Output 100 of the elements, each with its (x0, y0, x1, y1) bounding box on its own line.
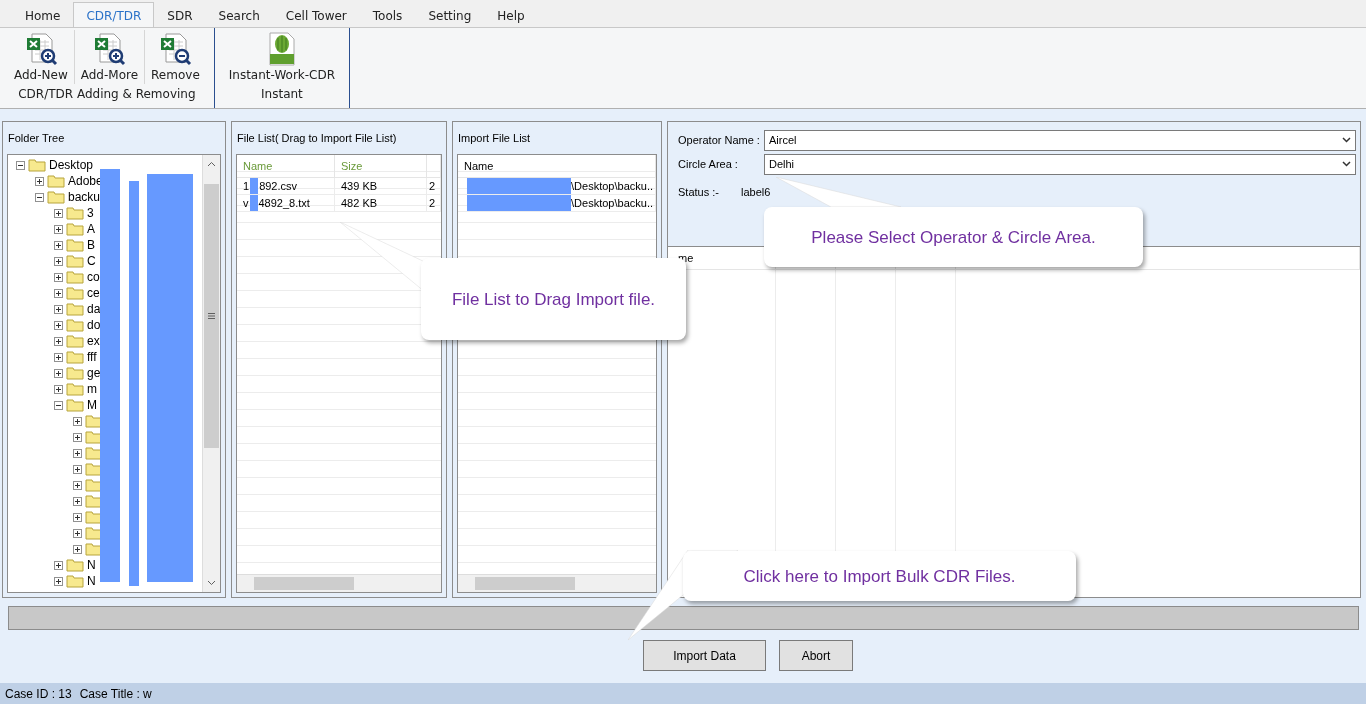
file-name-cell[interactable]: 1 892.csv (237, 178, 335, 195)
folder-icon (66, 238, 84, 252)
folder-icon (66, 398, 84, 412)
folder-icon (85, 430, 103, 444)
menu-tab[interactable]: CDR/TDR (73, 2, 155, 27)
file-path-cell: \Desktop\backu.. (458, 195, 656, 212)
folder-name[interactable]: N (87, 574, 96, 588)
spreadsheet-plus-icon (92, 32, 127, 66)
panel-title: File List( Drag to Import File List) (236, 131, 398, 146)
expand-icon[interactable] (54, 240, 63, 250)
folder-icon (47, 174, 65, 188)
expand-icon[interactable] (73, 432, 82, 442)
folder-name[interactable]: C (87, 254, 96, 268)
folder-name[interactable]: ce (87, 286, 100, 300)
expand-icon[interactable] (54, 224, 63, 234)
collapse-icon[interactable] (54, 400, 63, 410)
operator-dropdown[interactable]: Aircel (764, 129, 1356, 151)
field-label: Circle Area : (678, 158, 739, 170)
circle-dropdown[interactable]: Delhi (764, 153, 1356, 175)
collapse-icon[interactable] (35, 192, 44, 202)
menu-tab[interactable]: Home (12, 2, 74, 27)
case-id: Case ID : 13 (5, 686, 72, 701)
folder-icon (85, 526, 103, 540)
folder-name[interactable]: Desktop (49, 158, 94, 172)
expand-icon[interactable] (73, 464, 82, 474)
folder-icon (66, 206, 84, 220)
ribbon-button[interactable]: Add-New (8, 30, 74, 84)
horizontal-scrollbar[interactable] (237, 574, 441, 592)
expand-icon[interactable] (73, 448, 82, 458)
expand-icon[interactable] (73, 528, 82, 538)
panel-title: Folder Tree (7, 131, 66, 146)
chevron-down-icon (1342, 161, 1351, 167)
folder-name[interactable]: N (87, 558, 96, 572)
expand-icon[interactable] (54, 352, 63, 362)
import-button[interactable]: Import Data (643, 640, 766, 671)
menu-tab[interactable]: Help (484, 2, 538, 27)
folder-icon (66, 222, 84, 236)
folder-name[interactable]: 3 (87, 206, 94, 220)
expand-icon[interactable] (54, 368, 63, 378)
expand-icon[interactable] (73, 512, 82, 522)
expand-icon[interactable] (54, 256, 63, 266)
expand-icon[interactable] (54, 384, 63, 394)
expand-icon[interactable] (54, 208, 63, 218)
folder-name[interactable]: B (87, 238, 95, 252)
expand-icon[interactable] (73, 496, 82, 506)
collapse-icon[interactable] (16, 160, 25, 170)
ribbon-button[interactable]: Add-More (73, 30, 145, 84)
expand-icon[interactable] (54, 560, 63, 570)
folder-name[interactable]: do (87, 318, 101, 332)
grip-icon (208, 313, 215, 319)
column-header[interactable]: Size (335, 155, 427, 178)
folder-name[interactable]: ge (87, 366, 101, 380)
folder-icon (85, 510, 103, 524)
folder-name[interactable]: backu (68, 190, 101, 204)
menu-tab[interactable]: SDR (154, 2, 206, 27)
folder-icon (85, 462, 103, 476)
menu-tab[interactable]: Tools (359, 2, 416, 27)
menu-tab[interactable]: Setting (415, 2, 485, 27)
folder-icon (85, 478, 103, 492)
ribbon-button[interactable]: Remove (144, 30, 206, 84)
folder-icon (66, 270, 84, 284)
scroll-down-icon[interactable] (207, 580, 216, 586)
scroll-up-icon[interactable] (207, 161, 216, 167)
expand-icon[interactable] (54, 320, 63, 330)
folder-name[interactable]: m (87, 382, 97, 396)
folder-name[interactable]: co (87, 270, 100, 284)
horizontal-scrollbar[interactable] (458, 574, 656, 592)
folder-icon (66, 254, 84, 268)
expand-icon[interactable] (54, 304, 63, 314)
expand-icon[interactable] (35, 176, 44, 186)
chevron-down-icon (1342, 137, 1351, 143)
expand-icon[interactable] (54, 336, 63, 346)
folder-name[interactable]: ex (87, 334, 100, 348)
abort-button[interactable]: Abort (779, 640, 853, 671)
folder-name[interactable]: M (87, 398, 97, 412)
menu-tab[interactable]: Cell Tower (272, 2, 360, 27)
folder-icon (66, 558, 84, 572)
expand-icon[interactable] (73, 416, 82, 426)
vertical-scrollbar[interactable] (202, 155, 220, 592)
expand-icon[interactable] (73, 480, 82, 490)
folder-icon (66, 382, 84, 396)
expand-icon[interactable] (54, 272, 63, 282)
file-path-cell: \Desktop\backu.. (458, 178, 656, 195)
status-value: label6 (740, 186, 771, 200)
expand-icon[interactable] (73, 544, 82, 554)
menu-tab[interactable]: Search (205, 2, 273, 27)
ribbon-button[interactable]: Instant-Work-CDR (222, 30, 342, 84)
folder-name[interactable]: da (87, 302, 101, 316)
expand-icon[interactable] (54, 288, 63, 298)
folder-name[interactable]: A (87, 222, 95, 236)
folder-icon (28, 158, 46, 172)
file-name-cell[interactable]: v 4892_8.txt (237, 195, 335, 212)
file-list[interactable]: Name Size 1 892.csv 439 KB 2 v 4892_8.txt 482 KB 2 (236, 154, 442, 593)
panel-title: Import File List (457, 131, 532, 146)
column-header[interactable]: Name (237, 155, 335, 178)
folder-name[interactable]: fff (87, 350, 97, 364)
file-size-cell: 482 KB (335, 195, 427, 212)
expand-icon[interactable] (54, 576, 63, 586)
folder-icon (85, 542, 103, 556)
field-label: Operator Name : (678, 134, 761, 146)
